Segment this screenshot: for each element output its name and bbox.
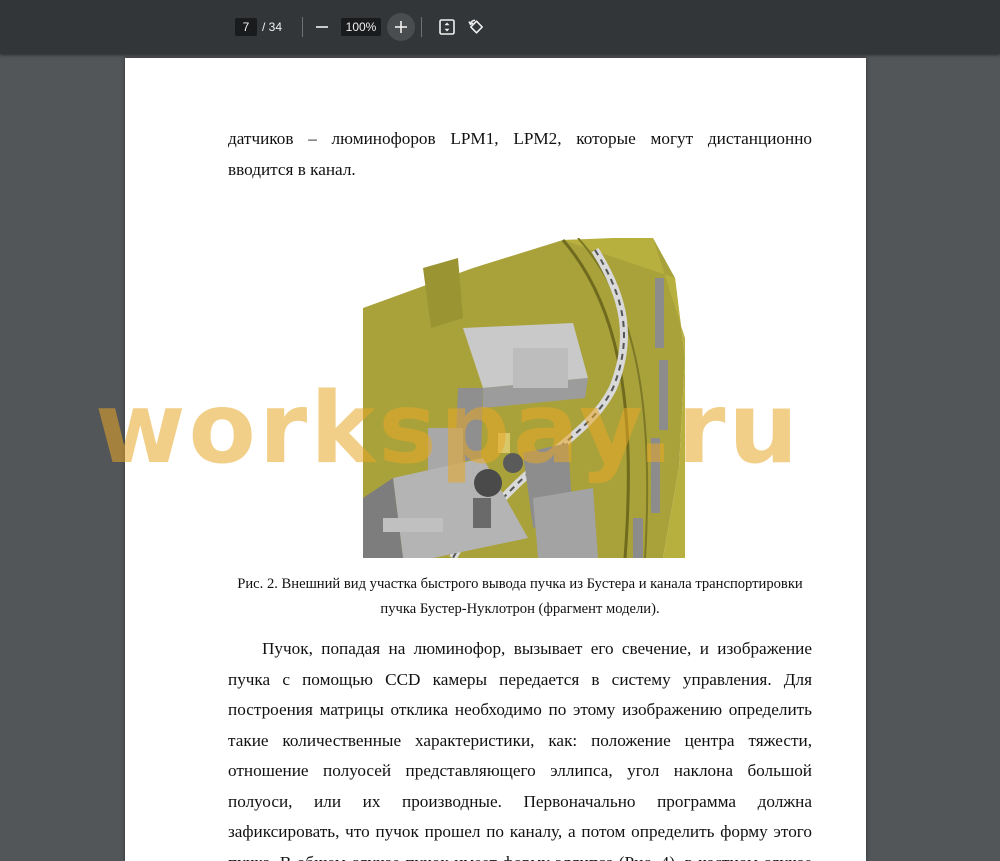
paragraph-top: датчиков – люминофоров LPM1, LPM2, котор… <box>228 124 812 185</box>
beamline-model-figure <box>363 238 685 558</box>
rotate-icon <box>468 19 483 34</box>
pdf-toolbar: 7 / 34 100% <box>0 0 1000 54</box>
page-number-input[interactable]: 7 <box>235 18 257 36</box>
page-total-label: / 34 <box>262 20 283 34</box>
paragraph-main: Пучок, попадая на люминофор, вызывает ег… <box>228 634 812 861</box>
pdf-page: датчиков – люминофоров LPM1, LPM2, котор… <box>125 58 866 861</box>
toolbar-divider <box>421 17 422 37</box>
text-line: датчиков – люминофоров LPM1, LPM2, котор… <box>228 129 812 148</box>
text-line: полуоси, или их производные. Первоначаль… <box>228 791 812 811</box>
figure-caption: Рис. 2. Внешний вид участка быстрого выв… <box>228 572 812 622</box>
text-line: вводится в канал. <box>228 159 356 179</box>
fit-page-icon <box>439 19 455 35</box>
zoom-out-button[interactable] <box>308 13 336 41</box>
caption-line: пучка Бустер-Нуклотрон (фрагмент модели)… <box>380 601 660 617</box>
zoom-level-input[interactable]: 100% <box>341 18 381 36</box>
rotate-button[interactable] <box>462 13 490 41</box>
minus-icon <box>316 26 328 28</box>
fit-to-page-button[interactable] <box>433 13 461 41</box>
zoom-in-button[interactable] <box>387 13 415 41</box>
text-line: пучка. В общем случае пучок имеет форму … <box>228 848 812 861</box>
text-line: построения матрицы отклика необходимо по… <box>228 700 812 719</box>
text-line: зафиксировать, что пучок прошел по канал… <box>228 822 812 841</box>
text-line: пучка с помощью CCD камеры передается в … <box>228 669 812 689</box>
text-line: такие количественные характеристики, как… <box>228 730 812 750</box>
toolbar-divider <box>302 17 303 37</box>
text-line: Пучок, попадая на люминофор, вызывает ег… <box>262 639 812 658</box>
caption-line: Рис. 2. Внешний вид участка быстрого выв… <box>237 576 803 592</box>
plus-icon <box>395 21 407 33</box>
text-line: отношение полуосей представляющего эллип… <box>228 761 812 780</box>
